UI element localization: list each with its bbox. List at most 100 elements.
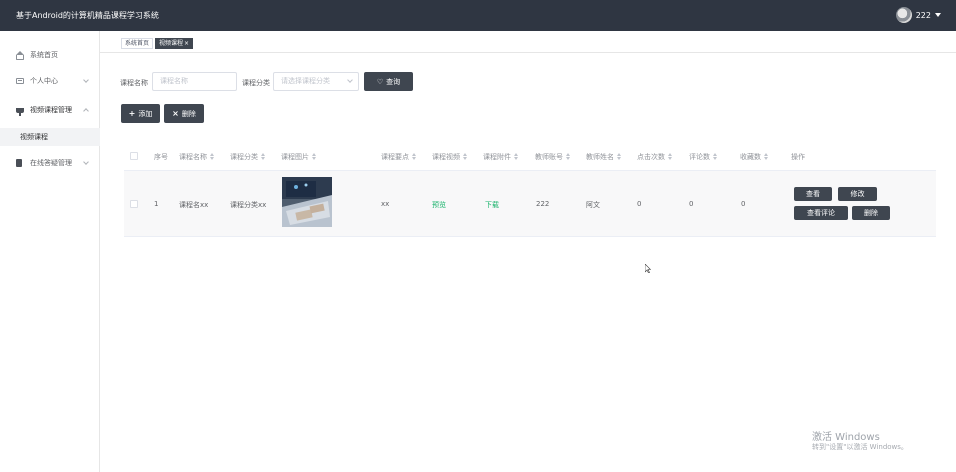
search-button-label: 查询: [386, 77, 401, 86]
user-menu[interactable]: 222: [895, 7, 941, 23]
column-header-label: 课程名称: [179, 153, 207, 161]
home-icon: [16, 51, 24, 60]
sort-icon[interactable]: [463, 153, 467, 160]
course-table: 序号 课程名称 课程分类 课程图片 课程要点 课程视频 课程附件 教师账号 教师…: [124, 141, 936, 237]
cell-teacher-name: 阿文: [586, 201, 600, 209]
close-icon[interactable]: ×: [184, 40, 189, 47]
chevron-down-icon: [347, 77, 353, 83]
sidebar-item-profile[interactable]: 个人中心: [0, 72, 100, 90]
column-header-actions: 操作: [791, 153, 805, 161]
column-header-label: 课程要点: [381, 153, 409, 161]
chevron-down-icon: [83, 77, 89, 83]
document-icon: [16, 159, 22, 167]
tags-view: 系统首页 视频课程×: [100, 31, 956, 53]
view-button[interactable]: 查看: [794, 187, 832, 201]
column-header-label: 评论数: [689, 153, 710, 161]
column-header-clicks[interactable]: 点击次数: [637, 152, 672, 162]
chevron-down-icon: [83, 159, 89, 165]
category-select[interactable]: 请选择课程分类: [273, 72, 359, 91]
column-header-index: 序号: [154, 153, 168, 161]
delete-button-label: 删除: [181, 109, 196, 118]
delete-button[interactable]: × 删除: [164, 104, 204, 123]
sidebar-subitem-label: 视频课程: [20, 133, 48, 141]
top-header: 基于Android的计算机精品课程学习系统 222: [0, 0, 956, 31]
view-comments-button[interactable]: 查看评论: [794, 206, 848, 220]
attachment-download-link[interactable]: 下载: [485, 200, 499, 210]
tab-label: 系统首页: [125, 40, 150, 47]
sidebar-subitem-video-course[interactable]: 视频课程: [0, 128, 100, 146]
cell-comments: 0: [689, 200, 694, 208]
user-card-icon: [16, 78, 24, 84]
sidebar-item-label: 视频课程管理: [30, 106, 72, 114]
course-name-input[interactable]: 课程名称: [152, 72, 237, 91]
sort-icon[interactable]: [617, 153, 621, 160]
sidebar-item-home[interactable]: 系统首页: [0, 46, 100, 64]
sort-icon[interactable]: [713, 153, 717, 160]
sort-icon[interactable]: [261, 153, 265, 160]
add-button[interactable]: + 添加: [121, 104, 160, 123]
column-header-label: 课程分类: [230, 153, 258, 161]
avatar[interactable]: [895, 7, 912, 23]
windows-activation-title: 激活 Windows: [812, 432, 880, 443]
sidebar-item-label: 在线答疑管理: [30, 159, 72, 167]
column-header-label: 课程图片: [281, 153, 309, 161]
sidebar: 系统首页 个人中心 视频课程管理 视频课程 在线答疑管理: [0, 31, 100, 472]
edit-button[interactable]: 修改: [838, 187, 877, 201]
cell-favorites: 0: [741, 200, 746, 208]
sort-icon[interactable]: [764, 153, 768, 160]
column-header-label: 教师姓名: [586, 153, 614, 161]
cell-teacher-account: 222: [536, 200, 550, 208]
table-header: 序号 课程名称 课程分类 课程图片 课程要点 课程视频 课程附件 教师账号 教师…: [124, 141, 936, 171]
column-header-label: 课程视频: [432, 153, 460, 161]
close-icon: ×: [172, 109, 179, 118]
course-name-label: 课程名称: [120, 79, 148, 87]
row-delete-button[interactable]: 删除: [852, 206, 890, 220]
sidebar-item-qa-management[interactable]: 在线答疑管理: [0, 154, 100, 172]
tab-video-course[interactable]: 视频课程×: [155, 38, 194, 49]
column-header-teacher-account[interactable]: 教师账号: [535, 152, 570, 162]
sort-icon[interactable]: [668, 153, 672, 160]
sort-icon[interactable]: [312, 153, 316, 160]
video-preview-link[interactable]: 预览: [432, 200, 446, 210]
caret-down-icon[interactable]: [935, 13, 941, 17]
sort-icon[interactable]: [210, 153, 214, 160]
app-title: 基于Android的计算机精品课程学习系统: [16, 11, 159, 20]
mouse-cursor-icon: [645, 264, 651, 273]
windows-activation-subtitle: 转到"设置"以激活 Windows。: [812, 443, 908, 451]
search-button[interactable]: ♡ 查询: [364, 72, 413, 91]
column-header-label: 收藏数: [740, 153, 761, 161]
sidebar-item-label: 系统首页: [30, 51, 58, 59]
sort-icon[interactable]: [412, 153, 416, 160]
table-row: 1 课程名xx 课程分类xx xx 预览 下载 222 阿文 0 0 0 查看 …: [124, 171, 936, 237]
course-thumbnail[interactable]: [282, 177, 332, 227]
column-header-course-name[interactable]: 课程名称: [179, 152, 214, 162]
chevron-up-icon: [83, 108, 89, 114]
cell-index: 1: [154, 200, 159, 208]
row-checkbox[interactable]: [130, 200, 138, 208]
column-header-video[interactable]: 课程视频: [432, 152, 467, 162]
select-all-checkbox[interactable]: [130, 152, 138, 160]
cell-course-name: 课程名xx: [179, 201, 209, 209]
column-header-teacher-name[interactable]: 教师姓名: [586, 152, 621, 162]
sidebar-item-label: 个人中心: [30, 77, 58, 85]
column-header-category[interactable]: 课程分类: [230, 152, 265, 162]
user-name[interactable]: 222: [916, 11, 931, 20]
column-header-comments[interactable]: 评论数: [689, 152, 717, 162]
sort-icon[interactable]: [566, 153, 570, 160]
category-placeholder: 请选择课程分类: [281, 77, 330, 85]
tab-home[interactable]: 系统首页: [121, 38, 154, 49]
column-header-label: 课程附件: [483, 153, 511, 161]
sidebar-item-video-course-management[interactable]: 视频课程管理: [0, 101, 100, 119]
column-header-image[interactable]: 课程图片: [281, 152, 316, 162]
sort-icon[interactable]: [514, 153, 518, 160]
column-header-favorites[interactable]: 收藏数: [740, 152, 768, 162]
column-header-attachment[interactable]: 课程附件: [483, 152, 518, 162]
tab-label: 视频课程: [159, 40, 184, 47]
cell-key-points: xx: [381, 200, 390, 208]
cell-category: 课程分类xx: [230, 201, 267, 209]
cell-clicks: 0: [637, 200, 642, 208]
column-header-key-points[interactable]: 课程要点: [381, 152, 416, 162]
cup-icon: [16, 107, 24, 116]
plus-icon: +: [128, 109, 136, 118]
category-label: 课程分类: [242, 79, 270, 87]
